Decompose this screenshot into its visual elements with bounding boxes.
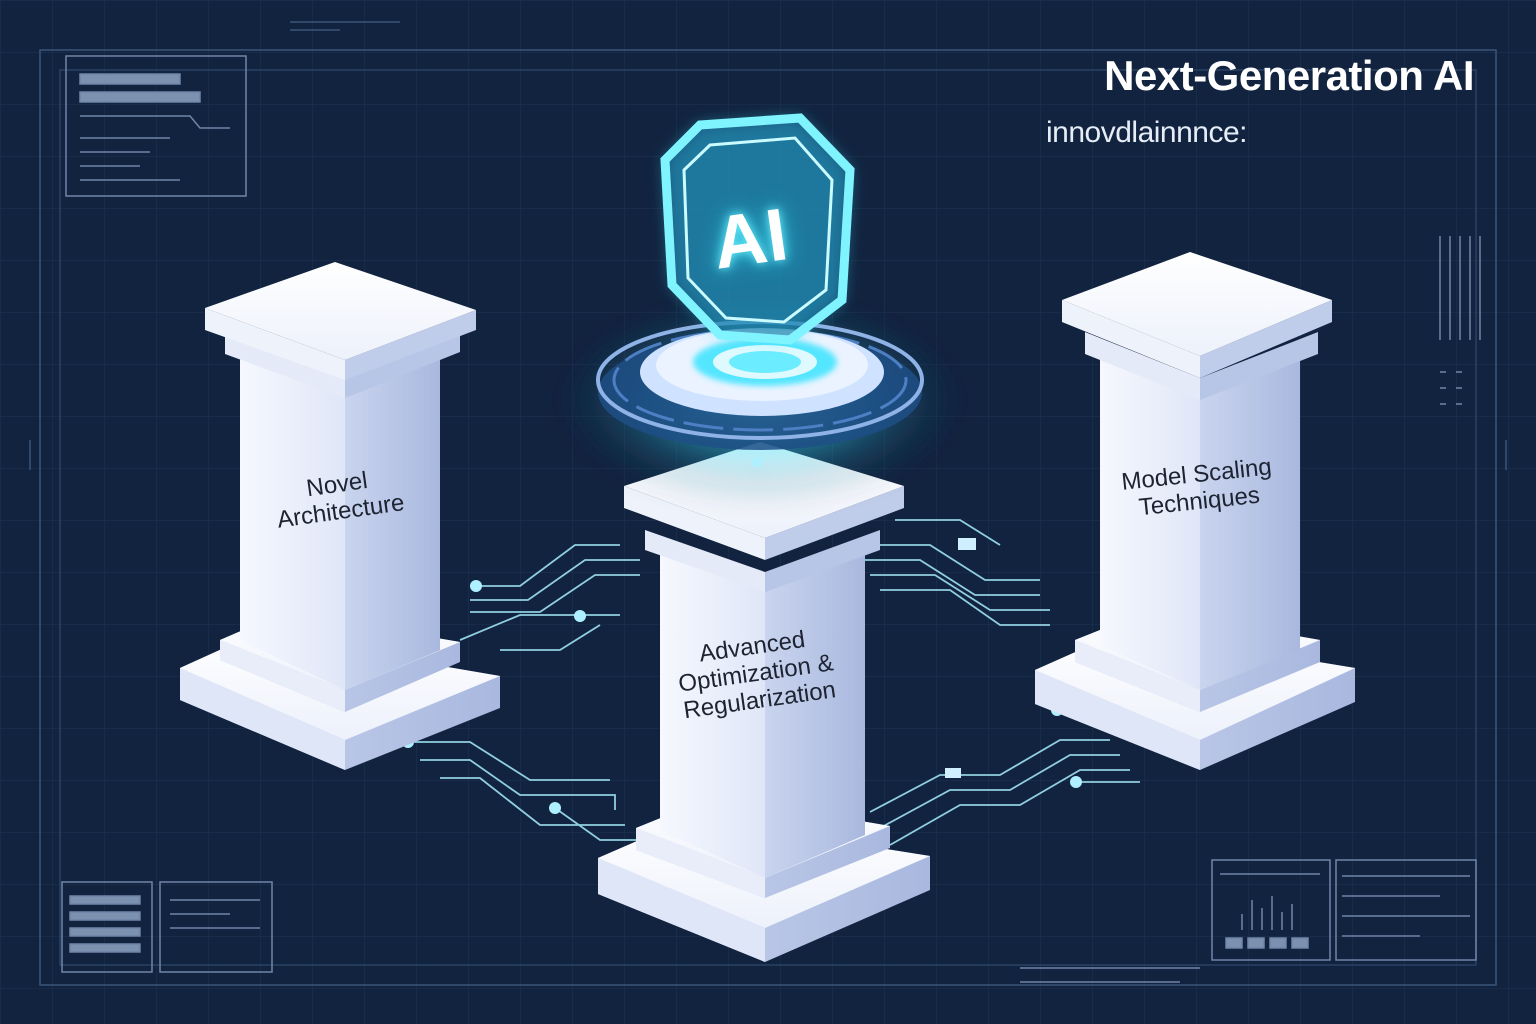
diagram-scene	[0, 0, 1536, 1024]
page-title: Next-Generation AI	[1104, 52, 1474, 99]
page-subtitle: innovdlainnnce:	[1046, 116, 1248, 149]
infographic-canvas: AI Next-Generation AI innovdlainnnce: No…	[0, 0, 1536, 1024]
ai-badge-text: AI	[707, 192, 793, 285]
